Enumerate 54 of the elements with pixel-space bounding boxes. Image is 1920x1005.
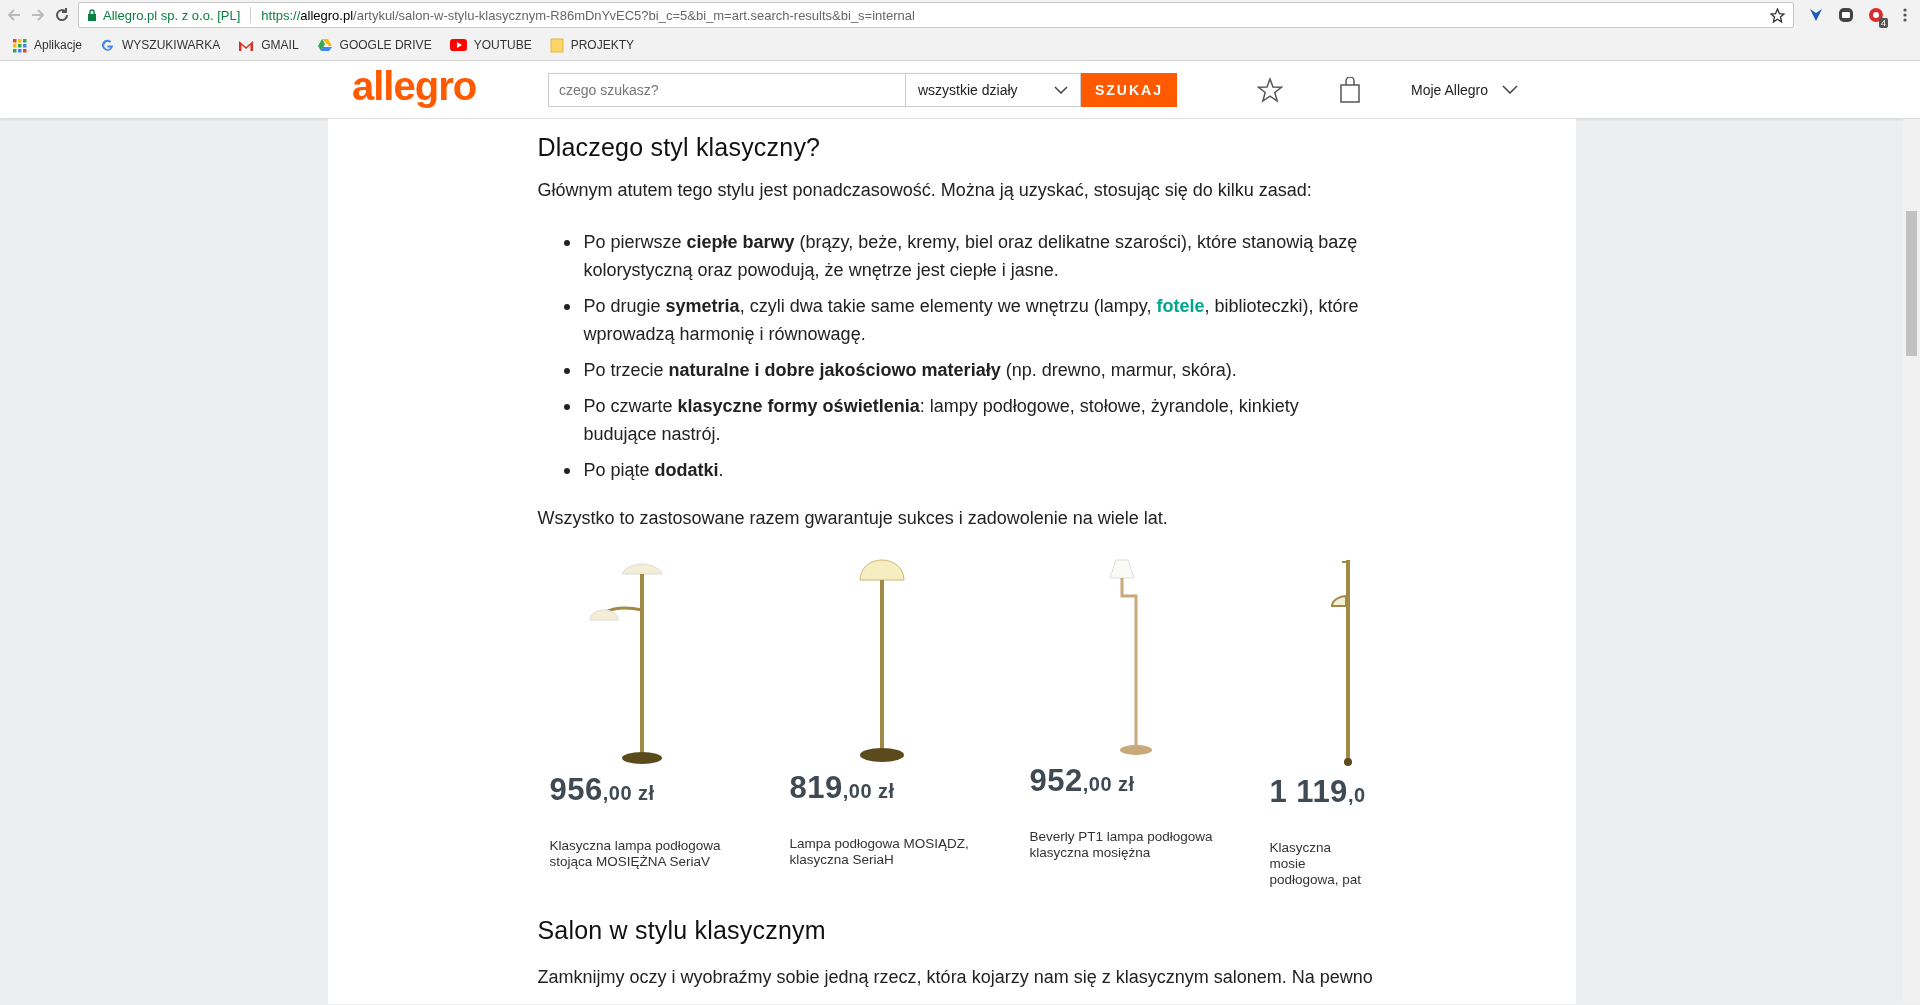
bullet-text: Po pierwsze ciepłe barwy (brązy, beże, kremy, biel oraz delikatne szarości), które stanowią bazę kolorystyczną oraz powodują, że wnętrze jest ciepłe i jasne. xyxy=(583,231,1359,282)
product-price: 952,00 zł xyxy=(1029,763,1136,799)
section-heading: Salon w stylu klasycznym xyxy=(537,916,827,945)
google-icon xyxy=(100,37,116,53)
url-text: https://allegro.pl/artykul/salon-w-stylu-klasycznym-R86mDnYvEC5?bi_c=5&bi_m=art.search-results&bi_s=internal xyxy=(261,7,915,23)
product-title[interactable]: Lampa podłogowa MOSIĄDZ, klasyczna SeriaH xyxy=(789,836,1000,868)
bullet-dot xyxy=(563,240,570,246)
product-price: 819,00 zł xyxy=(789,770,896,806)
bookmark-link[interactable]: YOUTUBE xyxy=(473,38,532,52)
chevron-down-icon xyxy=(1502,85,1519,94)
extension-icon[interactable] xyxy=(1808,7,1824,23)
extension-badge: 4 xyxy=(1879,18,1888,28)
product-price: 1 119,0 xyxy=(1269,774,1367,810)
bullet-text: Po drugie symetria, czyli dwa takie same elementy we wnętrzu (lampy, fotele, biblioteczki), które wprowadzą harmonię i równowagę. xyxy=(583,295,1360,346)
bullet-dot xyxy=(563,368,570,374)
star-icon[interactable] xyxy=(1257,76,1283,103)
scrollbar-thumb[interactable] xyxy=(1906,211,1917,356)
address-bar[interactable]: Allegro.pl sp. z o.o. [PL] https://allegro.pl/artykul/salon-w-stylu-klasycznym-R86mDnYvEC5?bi_c=5&bi_m=art.search-results&bi_s=internal xyxy=(78,2,1794,28)
product-price: 956,00 zł xyxy=(549,772,656,808)
bookmark-link[interactable]: WYSZUKIWARKA xyxy=(122,38,221,52)
body-paragraph: Zamknijmy oczy i wyobraźmy sobie jedną rzecz, która kojarzy nam się z klasycznym salonem. Na pewno xyxy=(537,966,1374,989)
summary-paragraph: Wszystko to zastosowane razem gwarantuje sukces i zadowolenie na wiele lat. xyxy=(537,507,1169,530)
search-field[interactable]: czego szukasz? xyxy=(548,72,906,107)
bullet-dot xyxy=(563,468,570,474)
product-title[interactable]: Klasyczna mosie podłogowa, pat xyxy=(1269,840,1370,888)
section-heading: Dlaczego styl klasyczny? xyxy=(537,133,822,162)
chevron-down-icon xyxy=(1054,85,1068,94)
apps-grid-icon xyxy=(12,37,27,53)
bullet-text: Po czwarte klasyczne formy oświetlenia: lampy podłogowe, stołowe, żyrandole, kinkiety budujące nastrój. xyxy=(583,395,1300,446)
bullet-dot xyxy=(563,404,570,410)
bullet-text: Po piąte dodatki. xyxy=(583,459,724,482)
product-title[interactable]: Beverly PT1 lampa podłogowa klasyczna mosiężna xyxy=(1029,829,1240,861)
shopping-bag-icon[interactable] xyxy=(1339,76,1361,103)
bookmark-link[interactable]: Aplikacje xyxy=(34,38,83,52)
folder-icon xyxy=(549,37,564,53)
account-menu[interactable]: Moje Allegro xyxy=(1411,81,1519,98)
lock-icon xyxy=(87,9,97,21)
bullet-dot xyxy=(563,304,570,310)
reload-icon[interactable] xyxy=(54,7,70,23)
site-identity: Allegro.pl sp. z o.o. [PL] xyxy=(103,7,241,23)
bullet-text: Po trzecie naturalne i dobre jakościowo materiały (np. drewno, marmur, skóra). xyxy=(583,359,1237,382)
intro-paragraph: Głównym atutem tego stylu jest ponadczasowość. Można ją uzyskać, stosując się do kilku zasad: xyxy=(537,179,1313,202)
video-play-icon xyxy=(449,39,467,51)
menu-icon[interactable] xyxy=(1902,7,1908,23)
bookmark-link[interactable]: GMAIL xyxy=(261,38,299,52)
bookmark-star-icon[interactable] xyxy=(1770,7,1785,23)
drive-icon xyxy=(316,38,333,52)
category-dropdown[interactable]: wszystkie działy xyxy=(906,72,1081,107)
scrollbar[interactable] xyxy=(1903,119,1920,1004)
mail-icon xyxy=(238,38,255,52)
bookmark-link[interactable]: GOOGLE DRIVE xyxy=(339,38,432,52)
bookmark-link[interactable]: PROJEKTY xyxy=(570,38,634,52)
product-title[interactable]: Klasyczna lampa podłogowa stojąca MOSIĘŻNA SeriaV xyxy=(549,838,760,870)
extension-icon[interactable] xyxy=(1838,7,1854,23)
